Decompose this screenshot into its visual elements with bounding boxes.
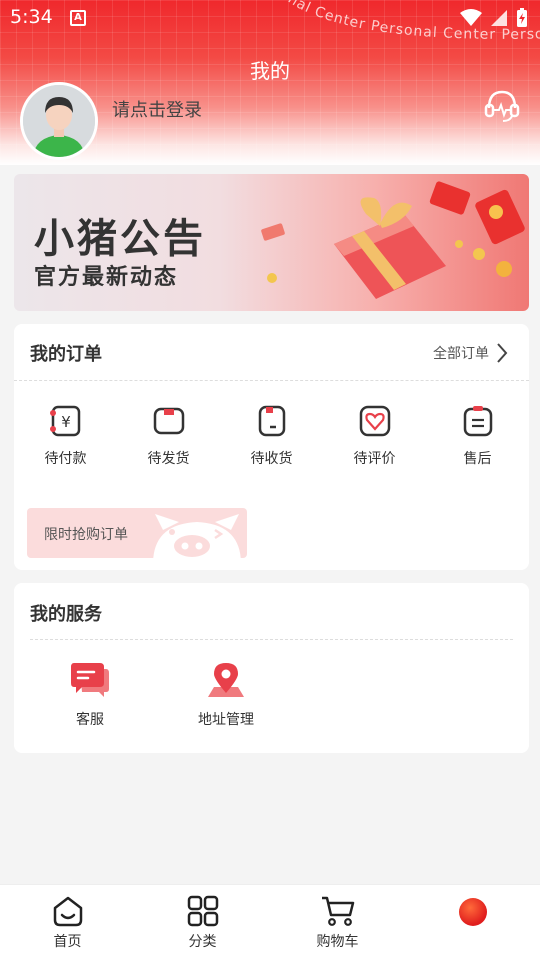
location-icon (208, 663, 244, 697)
orders-divider (14, 380, 529, 381)
services-title: 我的服务 (30, 604, 102, 625)
pig-icon (153, 514, 241, 558)
banner-title: 小猪公告 (34, 216, 206, 262)
status-bar: 5:34 A (0, 0, 540, 36)
order-item-label: 待评价 (353, 451, 396, 467)
chevron-right-icon (497, 343, 508, 363)
page-title: 我的 (250, 59, 290, 83)
nav-label: 购物车 (316, 934, 359, 950)
orders-title: 我的订单 (30, 344, 102, 365)
flash-sale-label: 限时抢购订单 (44, 527, 128, 543)
service-list: 客服 地址管理 (14, 661, 314, 729)
order-status-list: ¥ 待付款 待发货 待收货 待评价 售后 (14, 404, 529, 468)
flash-sale-orders[interactable]: 限时抢购订单 (27, 508, 247, 558)
gift-box-icon (261, 181, 525, 299)
order-item-label: 待发货 (147, 451, 190, 467)
order-item-label: 待收货 (250, 451, 293, 467)
wallet-icon: ¥ (49, 405, 80, 437)
login-prompt[interactable]: 请点击登录 (112, 96, 202, 122)
order-item-label: 售后 (463, 451, 492, 467)
heart-icon (359, 405, 390, 437)
service-item-label: 地址管理 (198, 712, 254, 728)
cart-icon (321, 896, 354, 926)
home-icon (53, 896, 82, 927)
all-orders-label: 全部订单 (433, 346, 489, 362)
notification-a-icon: A (70, 10, 86, 26)
order-after-sale[interactable]: 售后 (426, 404, 529, 468)
signal-icon (491, 10, 507, 26)
order-pending-payment[interactable]: ¥ 待付款 (14, 404, 117, 468)
after-sale-icon (463, 406, 492, 437)
order-pending-review[interactable]: 待评价 (323, 404, 426, 468)
nav-category[interactable]: 分类 (135, 885, 270, 960)
battery-icon (517, 8, 527, 27)
order-item-label: 待付款 (44, 451, 87, 467)
profile-dot-icon (458, 898, 487, 926)
receive-icon (258, 405, 285, 437)
chat-icon (71, 663, 109, 697)
service-customer-support[interactable]: 客服 (30, 661, 150, 729)
all-orders-link[interactable]: 全部订单 (433, 342, 509, 364)
announcement-banner[interactable]: 小猪公告 官方最新动态 (14, 174, 529, 311)
customer-support-icon[interactable] (482, 86, 522, 126)
services-divider (30, 639, 513, 640)
nav-cart[interactable]: 购物车 (270, 885, 405, 960)
nav-home[interactable]: 首页 (0, 885, 135, 960)
wifi-icon (460, 9, 482, 26)
service-item-label: 客服 (76, 712, 104, 728)
bottom-navigation: 首页 分类 购物车 (0, 884, 540, 960)
profile-header: onal Center Personal Center Person 5:34 … (0, 0, 540, 165)
status-right-icons (460, 8, 528, 28)
status-time: 5:34 (10, 6, 53, 28)
nav-profile[interactable] (405, 885, 540, 960)
avatar[interactable] (20, 82, 98, 160)
nav-label: 首页 (53, 934, 82, 950)
package-icon (153, 407, 184, 435)
order-pending-receipt[interactable]: 待收货 (220, 404, 323, 468)
svg-text:¥: ¥ (61, 413, 71, 431)
default-avatar-icon (23, 85, 95, 157)
services-card: 我的服务 客服 地址管理 (14, 583, 529, 753)
service-address-management[interactable]: 地址管理 (166, 661, 286, 729)
category-icon (187, 895, 218, 927)
banner-subtitle: 官方最新动态 (34, 265, 179, 290)
orders-card: 我的订单 全部订单 ¥ 待付款 待发货 待收货 待评价 售后 限时抢购订单 (14, 324, 529, 570)
order-pending-shipment[interactable]: 待发货 (117, 404, 220, 468)
nav-label: 分类 (188, 934, 217, 950)
